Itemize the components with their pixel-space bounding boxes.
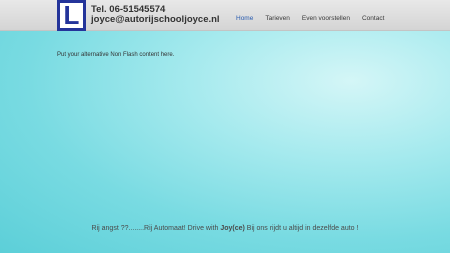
nav-item-even-voorstellen[interactable]: Even voorstellen <box>302 15 350 22</box>
logo[interactable]: L <box>57 0 86 31</box>
nav-item-contact[interactable]: Contact <box>362 15 384 22</box>
tagline-outro: Bij ons rijdt u altijd in dezelfde auto … <box>244 225 359 232</box>
tagline-intro: Rij angst ??........Rij Automaat! Drive … <box>91 225 221 232</box>
nav-item-home[interactable]: Home <box>236 15 253 22</box>
logo-l-sign: L <box>60 0 83 30</box>
contact-info: Tel. 06-51545574 joyce@autorijschooljoyc… <box>91 5 220 25</box>
main-nav: Home Tarieven Even voorstellen Contact <box>236 15 396 22</box>
nav-item-tarieven[interactable]: Tarieven <box>265 15 290 22</box>
site-header: L Tel. 06-51545574 joyce@autorijschooljo… <box>0 0 450 31</box>
tagline: Rij angst ??........Rij Automaat! Drive … <box>0 225 450 232</box>
alt-content-text: Put your alternative Non Flash content h… <box>57 52 175 58</box>
email-address: joyce@autorijschooljoyce.nl <box>91 14 220 25</box>
logo-letter: L <box>63 0 80 30</box>
tagline-brand: Joy(ce) <box>220 225 245 232</box>
